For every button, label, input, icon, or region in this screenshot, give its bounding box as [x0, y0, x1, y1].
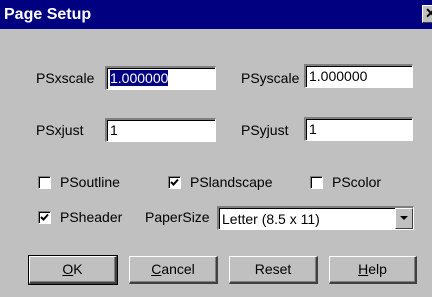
psxscale-value: 1.000000 — [110, 70, 169, 86]
reset-button[interactable]: Reset — [229, 256, 318, 284]
help-label-rest: elp — [368, 261, 387, 277]
pslandscape-checkbox[interactable] — [168, 176, 181, 189]
psxjust-value: 1 — [110, 122, 118, 138]
pscolor-label: PScolor — [332, 174, 382, 190]
psyscale-input[interactable]: 1.000000 — [304, 64, 413, 88]
title-bar: Page Setup ✕ — [0, 0, 432, 29]
check-icon — [170, 178, 179, 186]
psheader-label: PSheader — [60, 209, 123, 225]
papersize-dropdown-button[interactable] — [395, 208, 413, 229]
psxscale-label: PSxscale — [36, 70, 95, 86]
help-button[interactable]: Help — [329, 256, 417, 284]
cancel-button[interactable]: Cancel — [129, 256, 218, 284]
papersize-label: PaperSize — [145, 209, 210, 225]
window-title: Page Setup — [4, 6, 92, 23]
psyjust-label: PSyjust — [241, 122, 289, 138]
psxjust-label: PSxjust — [36, 122, 84, 138]
psyscale-value: 1.000000 — [309, 68, 368, 84]
pslandscape-label: PSlandscape — [190, 174, 273, 190]
psxjust-input[interactable]: 1 — [105, 118, 216, 142]
psyjust-value: 1 — [309, 121, 317, 137]
close-icon: ✕ — [425, 5, 432, 21]
close-button[interactable]: ✕ — [422, 5, 432, 23]
cancel-mnemonic: C — [151, 261, 162, 277]
reset-label: Reset — [254, 261, 292, 277]
cancel-label-rest: ancel — [161, 261, 195, 277]
psyscale-label: PSyscale — [241, 70, 300, 86]
psoutline-label: PSoutline — [60, 174, 120, 190]
psyjust-input[interactable]: 1 — [304, 117, 413, 141]
pscolor-checkbox[interactable] — [310, 176, 323, 189]
check-icon — [40, 213, 49, 221]
ok-mnemonic: O — [62, 261, 74, 277]
help-mnemonic: H — [358, 261, 369, 277]
psoutline-checkbox[interactable] — [38, 176, 51, 189]
chevron-down-icon — [400, 216, 408, 220]
page-setup-dialog: Page Setup ✕ PSxscale 1.000000 PSyscale … — [0, 0, 432, 297]
ok-button[interactable]: OK — [28, 255, 118, 285]
psheader-checkbox[interactable] — [38, 211, 51, 224]
papersize-select[interactable]: Letter (8.5 x 11) — [217, 206, 414, 230]
ok-label-rest: K — [73, 261, 83, 277]
psxscale-input[interactable]: 1.000000 — [105, 66, 216, 90]
papersize-value: Letter (8.5 x 11) — [222, 211, 320, 227]
